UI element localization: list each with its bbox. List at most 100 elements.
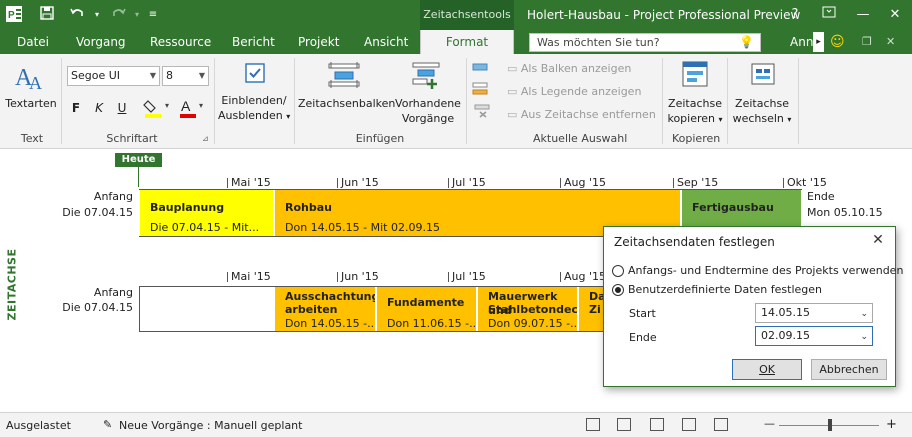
remove-from-timeline-button[interactable]: ▭ Aus Zeitachse entfernen [507,107,656,123]
month-tick [448,178,449,188]
customize-toolbar-icon[interactable]: ≡ [142,5,164,25]
team-planner-icon[interactable] [650,418,664,431]
chevron-down-icon: ⌄ [860,309,868,319]
font-name-combo[interactable]: Segoe UI ▼ [67,66,160,86]
month-tick [448,272,449,282]
bar-name: Bauplanung [150,201,225,214]
timeline-bar-fundamente[interactable]: Fundamente Don 11.06.15 -... [377,287,477,331]
task-usage-icon[interactable] [617,418,631,431]
remove-from-timeline-label: Aus Zeitachse entfernen [520,108,656,121]
minimize-button[interactable]: — [846,0,880,30]
end-date-combo[interactable]: 02.09.15 ⌄ [755,326,873,346]
tell-me-search[interactable]: Was möchten Sie tun? 💡 [529,33,761,52]
chevron-down-icon: ▾ [286,112,291,121]
copy-timeline-icon[interactable] [680,60,712,90]
tab-ressource[interactable]: Ressource [150,30,211,54]
dialog-launcher-icon[interactable]: ⊿ [202,134,209,143]
timeline-bar-ausschachtung[interactable]: Ausschachtungs- arbeiten Don 14.05.15 -.… [275,287,376,331]
existing-tasks-icon[interactable] [410,60,444,90]
tab-bericht[interactable]: Bericht [232,30,275,54]
help-button[interactable]: ? [778,0,812,30]
timeline-view-icon[interactable] [714,418,728,431]
display-as-bar-button[interactable]: ▭ Als Balken anzeigen [507,61,631,77]
close-document-icon[interactable]: ✕ [886,30,895,54]
tab-vorgang[interactable]: Vorgang [76,30,126,54]
tab-datei[interactable]: Datei [17,30,49,54]
zoom-slider-thumb[interactable] [828,419,832,431]
bar-dates: Don 11.06.15 -... [387,317,477,330]
font-color-icon[interactable]: A [178,97,198,119]
ok-button[interactable]: OK [732,359,802,380]
title-bar: P ▾ ▾ ≡ Zeitachsentools Holert-Hausbau -… [0,0,912,30]
text-styles-button[interactable]: Textarten [5,96,57,111]
timeline-bar-fertigausbau[interactable]: Fertigausbau [682,190,802,226]
separator [798,58,799,144]
bar-name: Fertigausbau [692,201,774,214]
bold-button[interactable]: F [67,99,85,117]
show-hide-button[interactable]: Einblenden/ Ausblenden ▾ [218,93,290,124]
undo-dropdown-icon[interactable]: ▾ [86,5,108,25]
timeline-bar-bauplanung[interactable]: Bauplanung Die 07.04.15 - Mit... [140,190,274,236]
undo-icon[interactable] [66,5,88,25]
zoom-in-button[interactable]: + [886,417,897,432]
month-tick [227,178,228,188]
switch-timeline-button[interactable]: Zeitachse wechseln ▾ [730,96,794,127]
tab-format[interactable]: Format [420,30,514,55]
font-color-dropdown-icon[interactable]: ▾ [199,101,203,110]
tab-projekt[interactable]: Projekt [298,30,339,54]
status-task-mode[interactable]: Neue Vorgänge : Manuell geplant [119,418,302,433]
timeline-dates-dialog: Zeitachsendaten festlegen ✕ Anfangs- und… [603,226,903,387]
display-as-legend-label: Als Legende anzeigen [520,85,642,98]
timeline-bar-dach[interactable]: Da Zi [579,287,605,331]
report-view-icon[interactable] [682,418,696,431]
text-styles-icon[interactable]: AA [15,59,47,93]
timeline-bar-mauerwerk[interactable]: Mauerwerk und Stahlbetondecke Don 09.07.… [478,287,578,331]
bar-dates: Die 07.04.15 - Mit... [150,221,260,234]
display-as-bar-label: Als Balken anzeigen [520,62,632,75]
start-date-combo[interactable]: 14.05.15 ⌄ [755,303,873,323]
timeline-bar-button[interactable]: Zeitachsenbalken [298,96,395,111]
zoom-out-button[interactable]: — [764,416,775,431]
radio-custom-dates-label[interactable]: Benutzerdefinierte Daten festlegen [628,283,822,296]
context-tab-title: Zeitachsentools [420,0,514,30]
cancel-button[interactable]: Abbrechen [811,359,887,380]
show-hide-checkbox-icon[interactable] [243,61,267,85]
save-icon[interactable] [36,5,58,25]
timeline-bar-icon[interactable] [327,60,361,90]
app-logo-icon: P [4,5,24,25]
existing-tasks-button[interactable]: Vorhandene Vorgänge [394,96,462,126]
font-size-value: 8 [166,69,173,82]
restore-ribbon-icon[interactable]: ❐ [862,30,872,54]
gantt-view-icon[interactable] [586,418,600,431]
callout-icon [472,82,488,96]
close-button[interactable]: ✕ [878,0,912,30]
smiley-feedback-icon[interactable]: ☺ [830,30,845,54]
copy-timeline-button[interactable]: Zeitachse kopieren ▾ [664,96,726,127]
radio-custom-dates[interactable] [612,284,624,296]
ribbon-tabs: Datei Vorgang Ressource Bericht Projekt … [0,30,912,55]
underline-button[interactable]: U [113,99,131,117]
fill-color-dropdown-icon[interactable]: ▾ [165,101,169,110]
display-as-legend-button[interactable]: ▭ Als Legende anzeigen [507,84,641,100]
show-hide-line1: Einblenden/ [221,94,287,107]
svg-text:A: A [181,98,191,114]
switch-timeline-icon[interactable] [748,60,778,90]
dialog-close-icon[interactable]: ✕ [867,230,889,250]
more-arrow-icon[interactable]: ▸ [813,32,824,52]
separator [61,58,62,144]
legend-icon: ▭ [507,85,518,98]
account-name[interactable]: Ann [790,30,813,54]
fill-color-icon[interactable] [143,97,165,119]
ribbon-display-icon[interactable] [812,0,846,30]
tab-ansicht[interactable]: Ansicht [364,30,408,54]
italic-button[interactable]: K [90,99,108,117]
switch-timeline-line1: Zeitachse [735,97,789,110]
chevron-down-icon: ▼ [149,71,156,80]
month-tick [560,178,561,188]
radio-project-dates-label[interactable]: Anfangs- und Endtermine des Projekts ver… [628,264,903,277]
existing-tasks-line2: Vorgänge [401,112,455,125]
today-line [138,167,139,187]
radio-project-dates[interactable] [612,265,624,277]
chevron-down-icon: ▾ [718,115,723,124]
font-size-combo[interactable]: 8 ▼ [162,66,209,86]
